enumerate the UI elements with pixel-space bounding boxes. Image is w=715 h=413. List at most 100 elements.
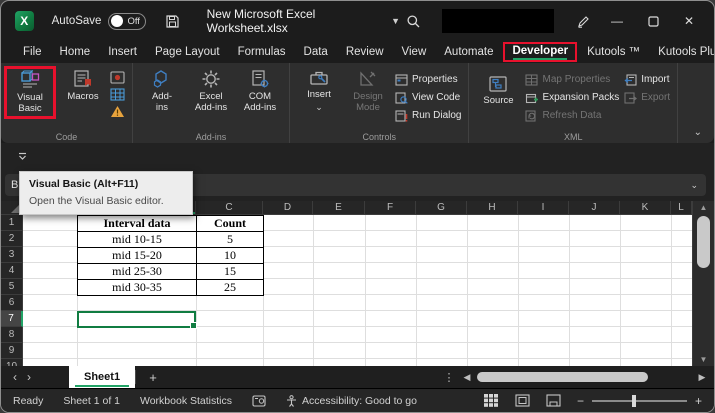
macros-button[interactable]: Macros (61, 69, 105, 102)
selected-cell-B7[interactable] (77, 311, 196, 328)
column-header-j[interactable]: J (569, 201, 620, 215)
page-break-preview-icon[interactable] (546, 394, 561, 407)
row-header-10[interactable]: 10 (1, 359, 23, 366)
cell-C5[interactable]: 25 (197, 280, 264, 296)
tab-formulas[interactable]: Formulas (230, 44, 294, 61)
minimize-button[interactable]: — (602, 8, 632, 34)
use-relative-references-icon[interactable] (110, 88, 125, 101)
expansion-packs-button[interactable]: Expansion Packs (525, 90, 619, 105)
import-button[interactable]: Import (624, 72, 670, 87)
tab-kutools[interactable]: Kutools ™ (579, 44, 648, 61)
autosave-control[interactable]: AutoSave Off (52, 13, 147, 30)
horizontal-scrollbar[interactable]: ◀ ▶ (459, 366, 714, 388)
formula-bar-expand-icon[interactable]: ⌄ (690, 180, 698, 191)
pen-mode-icon[interactable] (570, 8, 596, 34)
row-header-6[interactable]: 6 (1, 295, 23, 311)
horizontal-scroll-thumb[interactable] (477, 372, 648, 382)
zoom-in-button[interactable]: + (695, 394, 702, 408)
design-mode-button[interactable]: Design Mode (346, 69, 390, 113)
com-add-ins-button[interactable]: COM Add-ins (238, 69, 282, 113)
cell-C4[interactable]: 15 (197, 264, 264, 280)
zoom-slider-thumb[interactable] (632, 395, 636, 407)
visual-basic-button[interactable]: Visual Basic (8, 70, 52, 114)
formula-bar-input[interactable]: ⌄ (103, 174, 706, 196)
sheet-tab-sheet1[interactable]: Sheet1 (69, 366, 135, 388)
next-sheet-icon[interactable]: › (15, 366, 43, 388)
row-header-2[interactable]: 2 (1, 231, 23, 247)
scroll-right-icon[interactable]: ▶ (696, 372, 708, 383)
tab-insert[interactable]: Insert (100, 44, 145, 61)
column-header-k[interactable]: K (620, 201, 671, 215)
cell-B5[interactable]: mid 30-35 (78, 280, 197, 296)
zoom-slider[interactable] (592, 400, 687, 402)
normal-view-icon[interactable] (484, 394, 499, 407)
map-properties-button[interactable]: Map Properties (525, 72, 619, 87)
close-button[interactable]: ✕ (674, 8, 704, 34)
save-icon[interactable] (160, 8, 184, 34)
row-header-4[interactable]: 4 (1, 263, 23, 279)
macro-security-icon[interactable] (110, 105, 125, 118)
excel-logo-icon[interactable]: X (15, 11, 34, 31)
scroll-down-icon[interactable]: ▼ (693, 353, 714, 366)
column-header-g[interactable]: G (416, 201, 467, 215)
redacted-account-box[interactable] (442, 9, 554, 33)
tab-home[interactable]: Home (52, 44, 99, 61)
tab-data[interactable]: Data (296, 44, 336, 61)
vertical-scroll-thumb[interactable] (697, 216, 710, 268)
row-header-8[interactable]: 8 (1, 327, 23, 343)
record-macro-icon[interactable] (110, 71, 125, 84)
tab-page-layout[interactable]: Page Layout (147, 44, 228, 61)
horizontal-scroll-track[interactable] (475, 372, 694, 382)
add-sheet-button[interactable]: + (136, 366, 170, 388)
row-header-5[interactable]: 5 (1, 279, 23, 295)
view-code-button[interactable]: View Code (395, 90, 461, 105)
column-header-f[interactable]: F (365, 201, 416, 215)
tab-automate[interactable]: Automate (436, 44, 501, 61)
cell-C3[interactable]: 10 (197, 248, 264, 264)
tab-developer[interactable]: Developer (503, 42, 577, 62)
autosave-toggle[interactable]: Off (108, 13, 146, 30)
row-header-1[interactable]: 1 (1, 215, 23, 231)
row-header-3[interactable]: 3 (1, 247, 23, 263)
cells-area[interactable]: Interval data Count mid 10-15 5 mid 15-2… (23, 215, 692, 366)
add-ins-button[interactable]: Add- ins (140, 69, 184, 113)
cell-C1[interactable]: Count (197, 216, 264, 232)
vertical-scrollbar[interactable]: ▲ ▼ (692, 201, 714, 366)
ribbon-display-options-icon[interactable] (17, 152, 28, 161)
insert-control-button[interactable]: Insert ⌄ (297, 69, 341, 113)
column-header-l[interactable]: L (671, 201, 692, 215)
row-header-9[interactable]: 9 (1, 343, 23, 359)
cell-B1[interactable]: Interval data (78, 216, 197, 232)
column-header-d[interactable]: D (263, 201, 313, 215)
tab-kutools-plus[interactable]: Kutools Plus (650, 44, 715, 61)
run-dialog-button[interactable]: Run Dialog (395, 108, 461, 123)
column-header-e[interactable]: E (313, 201, 365, 215)
page-layout-view-icon[interactable] (515, 394, 530, 407)
zoom-out-button[interactable]: − (577, 394, 584, 408)
scroll-up-icon[interactable]: ▲ (693, 201, 714, 214)
export-button[interactable]: Export (624, 90, 670, 105)
tab-file[interactable]: File (15, 44, 50, 61)
refresh-data-button[interactable]: Refresh Data (525, 108, 619, 123)
column-header-c[interactable]: C (196, 201, 263, 215)
display-settings-icon[interactable] (252, 395, 266, 407)
accessibility-status[interactable]: Accessibility: Good to go (286, 395, 417, 407)
cell-B2[interactable]: mid 10-15 (78, 232, 197, 248)
cell-B3[interactable]: mid 15-20 (78, 248, 197, 264)
collapse-ribbon-chevron-icon[interactable]: ⌄ (694, 127, 702, 138)
sheetbar-kebab-icon[interactable]: ⋮ (439, 366, 459, 388)
column-header-h[interactable]: H (467, 201, 518, 215)
excel-add-ins-button[interactable]: Excel Add-ins (189, 69, 233, 113)
maximize-button[interactable] (638, 8, 668, 34)
search-icon[interactable] (400, 8, 426, 34)
document-title[interactable]: New Microsoft Excel Worksheet.xlsx ▼ (207, 7, 400, 35)
workbook-statistics-button[interactable]: Workbook Statistics (140, 395, 232, 407)
tab-view[interactable]: View (394, 44, 435, 61)
tab-review[interactable]: Review (338, 44, 392, 61)
scroll-left-icon[interactable]: ◀ (461, 372, 473, 383)
properties-button[interactable]: Properties (395, 72, 461, 87)
cell-C2[interactable]: 5 (197, 232, 264, 248)
source-button[interactable]: Source (476, 69, 520, 106)
row-header-7[interactable]: 7 (1, 311, 23, 327)
column-header-i[interactable]: I (518, 201, 569, 215)
